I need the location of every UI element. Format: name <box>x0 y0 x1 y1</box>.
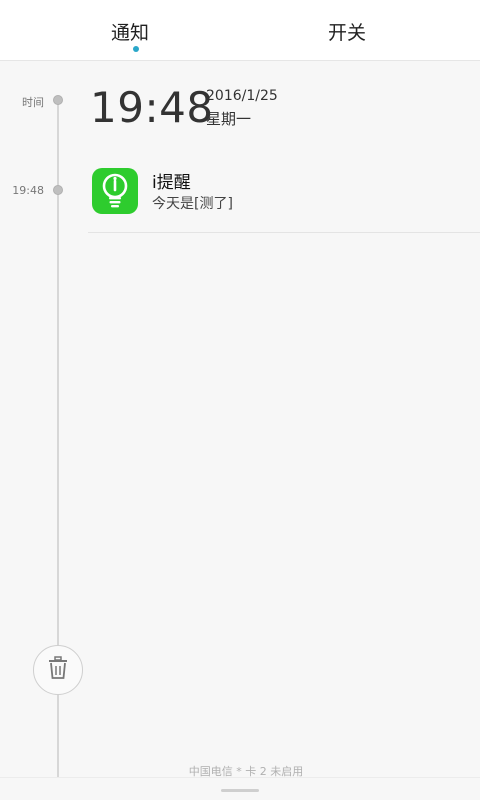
current-time: 19:48 <box>90 83 214 132</box>
current-date: 2016/1/25 <box>206 88 278 104</box>
notification-screen: 通知 开关 时间 19:48 2016/1/25 星期一 19:48 i提醒 今… <box>0 0 480 800</box>
tab-switches[interactable]: 开关 <box>287 18 407 48</box>
current-weekday: 星期一 <box>206 110 252 128</box>
active-tab-indicator <box>133 46 139 52</box>
tab-notifications[interactable]: 通知 <box>70 18 190 48</box>
timeline-header-label: 时间 <box>22 96 44 109</box>
timeline-dot <box>53 95 63 105</box>
bottom-handle-bar[interactable] <box>0 777 480 800</box>
top-tab-bar: 通知 开关 <box>0 0 480 61</box>
timeline-dot <box>53 185 63 195</box>
notification-item[interactable]: i提醒 今天是[测了] <box>88 160 480 233</box>
notification-message: 今天是[测了] <box>152 196 233 212</box>
notification-time-label: 19:48 <box>12 184 44 197</box>
trash-icon <box>47 656 69 684</box>
drag-handle[interactable] <box>221 789 259 792</box>
clear-all-button[interactable] <box>33 645 83 695</box>
lightbulb-icon <box>92 168 138 214</box>
notification-app-name: i提醒 <box>152 173 191 193</box>
